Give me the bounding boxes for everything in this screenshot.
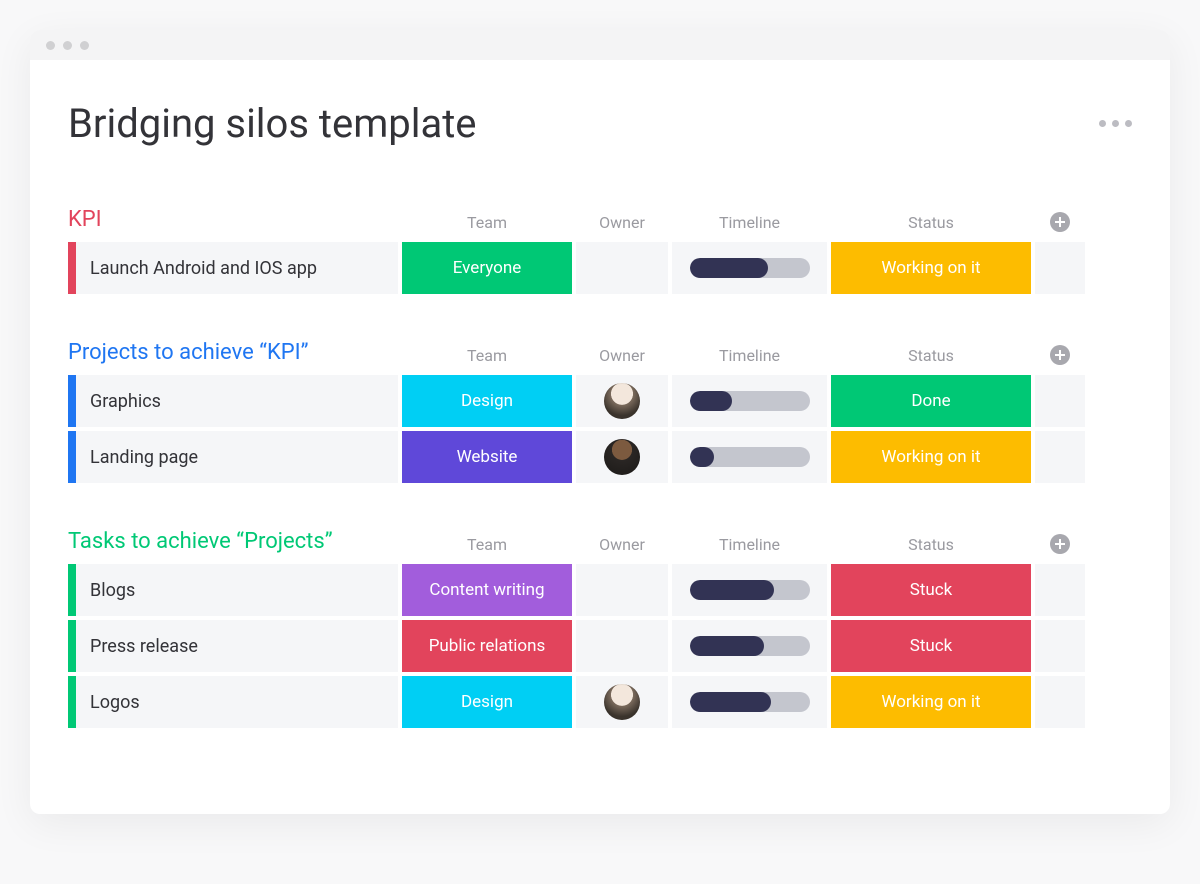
group-header: Projects to achieve “KPI”TeamOwnerTimeli… <box>68 340 1132 369</box>
column-header-owner[interactable]: Owner <box>576 213 668 236</box>
row-tail-cell <box>1035 431 1085 483</box>
page-title: Bridging silos template <box>68 100 477 147</box>
team-cell[interactable]: Website <box>402 431 572 483</box>
team-cell[interactable]: Design <box>402 375 572 427</box>
timeline-cell[interactable] <box>672 431 827 483</box>
timeline-fill <box>690 636 764 656</box>
timeline-fill <box>690 580 774 600</box>
table-row: LogosDesign Working on it <box>68 676 1132 728</box>
timeline-bar <box>690 692 810 712</box>
timeline-fill <box>690 447 714 467</box>
avatar <box>604 684 640 720</box>
column-header-team[interactable]: Team <box>402 346 572 369</box>
team-cell[interactable]: Design <box>402 676 572 728</box>
window-dot <box>80 41 89 50</box>
plus-icon <box>1050 345 1070 365</box>
column-header-team[interactable]: Team <box>402 535 572 558</box>
app-window: Bridging silos template KPITeamOwnerTime… <box>30 30 1170 814</box>
more-menu-button[interactable] <box>1099 120 1132 127</box>
item-name-cell[interactable]: Landing page <box>68 431 398 483</box>
timeline-bar <box>690 447 810 467</box>
timeline-bar <box>690 391 810 411</box>
add-column-button[interactable] <box>1035 345 1085 369</box>
status-cell[interactable]: Stuck <box>831 564 1031 616</box>
timeline-bar <box>690 636 810 656</box>
row-tail-cell <box>1035 564 1085 616</box>
group-title[interactable]: Tasks to achieve “Projects” <box>68 529 398 558</box>
window-dot <box>46 41 55 50</box>
board-header: Bridging silos template <box>68 100 1132 147</box>
status-cell[interactable]: Working on it <box>831 431 1031 483</box>
group-header: Tasks to achieve “Projects”TeamOwnerTime… <box>68 529 1132 558</box>
team-cell[interactable]: Everyone <box>402 242 572 294</box>
table-row: GraphicsDesign Done <box>68 375 1132 427</box>
column-header-timeline[interactable]: Timeline <box>672 535 827 558</box>
avatar <box>604 439 640 475</box>
group-header: KPITeamOwnerTimelineStatus <box>68 207 1132 236</box>
row-tail-cell <box>1035 242 1085 294</box>
owner-cell[interactable] <box>576 564 668 616</box>
timeline-cell[interactable] <box>672 375 827 427</box>
column-header-status[interactable]: Status <box>831 535 1031 558</box>
add-column-button[interactable] <box>1035 212 1085 236</box>
timeline-cell[interactable] <box>672 242 827 294</box>
row-tail-cell <box>1035 676 1085 728</box>
item-name-cell[interactable]: Press release <box>68 620 398 672</box>
row-tail-cell <box>1035 620 1085 672</box>
owner-cell[interactable] <box>576 431 668 483</box>
avatar <box>604 383 640 419</box>
owner-cell[interactable] <box>576 242 668 294</box>
status-cell[interactable]: Working on it <box>831 676 1031 728</box>
timeline-fill <box>690 391 732 411</box>
column-header-timeline[interactable]: Timeline <box>672 346 827 369</box>
status-cell[interactable]: Done <box>831 375 1031 427</box>
item-name-cell[interactable]: Blogs <box>68 564 398 616</box>
column-header-owner[interactable]: Owner <box>576 535 668 558</box>
item-name-cell[interactable]: Logos <box>68 676 398 728</box>
column-header-status[interactable]: Status <box>831 213 1031 236</box>
timeline-cell[interactable] <box>672 564 827 616</box>
board-content: Bridging silos template KPITeamOwnerTime… <box>30 60 1170 814</box>
table-row: Landing pageWebsite Working on it <box>68 431 1132 483</box>
item-name-cell[interactable]: Graphics <box>68 375 398 427</box>
timeline-bar <box>690 580 810 600</box>
column-header-status[interactable]: Status <box>831 346 1031 369</box>
plus-icon <box>1050 534 1070 554</box>
table-row: Launch Android and IOS appEveryone Workin… <box>68 242 1132 294</box>
timeline-cell[interactable] <box>672 620 827 672</box>
owner-cell[interactable] <box>576 620 668 672</box>
status-cell[interactable]: Stuck <box>831 620 1031 672</box>
table-row: Press releasePublic relations Stuck <box>68 620 1132 672</box>
group: Tasks to achieve “Projects”TeamOwnerTime… <box>68 529 1132 728</box>
group-title[interactable]: KPI <box>68 207 398 236</box>
column-header-team[interactable]: Team <box>402 213 572 236</box>
add-column-button[interactable] <box>1035 534 1085 558</box>
row-tail-cell <box>1035 375 1085 427</box>
table-row: BlogsContent writing Stuck <box>68 564 1132 616</box>
status-cell[interactable]: Working on it <box>831 242 1031 294</box>
timeline-fill <box>690 258 768 278</box>
owner-cell[interactable] <box>576 676 668 728</box>
group-title[interactable]: Projects to achieve “KPI” <box>68 340 398 369</box>
window-dot <box>63 41 72 50</box>
column-header-owner[interactable]: Owner <box>576 346 668 369</box>
plus-icon <box>1050 212 1070 232</box>
item-name-cell[interactable]: Launch Android and IOS app <box>68 242 398 294</box>
timeline-cell[interactable] <box>672 676 827 728</box>
timeline-fill <box>690 692 772 712</box>
team-cell[interactable]: Public relations <box>402 620 572 672</box>
window-titlebar <box>30 30 1170 60</box>
owner-cell[interactable] <box>576 375 668 427</box>
timeline-bar <box>690 258 810 278</box>
group: KPITeamOwnerTimelineStatus Launch Android… <box>68 207 1132 294</box>
column-header-timeline[interactable]: Timeline <box>672 213 827 236</box>
group: Projects to achieve “KPI”TeamOwnerTimeli… <box>68 340 1132 483</box>
team-cell[interactable]: Content writing <box>402 564 572 616</box>
